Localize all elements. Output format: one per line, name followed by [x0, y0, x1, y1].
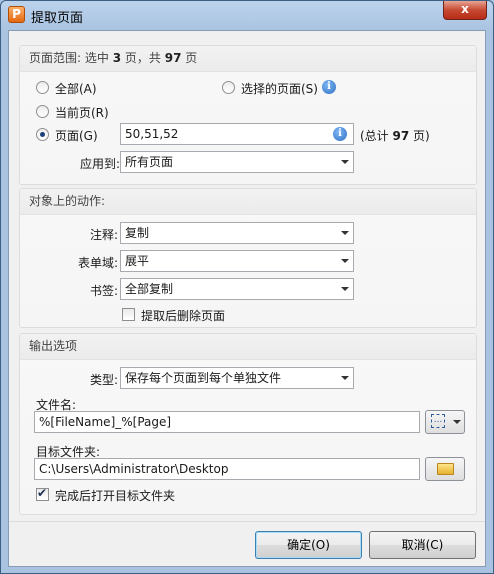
filename-input[interactable]: %[FileName]_%[Page] — [34, 411, 420, 433]
selected-pages-label[interactable]: 选择的页面(S) — [241, 80, 318, 97]
output-group: 输出选项 类型: 保存每个页面到每个单独文件 文件名: %[FileName]_… — [19, 333, 477, 515]
chevron-down-icon — [453, 420, 461, 424]
selected-count: 3 — [112, 51, 122, 65]
selected-pages-radio[interactable] — [222, 81, 235, 94]
delete-after-checkbox[interactable] — [122, 308, 135, 321]
chevron-down-icon — [341, 160, 349, 164]
page-range-header: 页面范围: 选中 3 页，共 97 页 — [20, 46, 476, 72]
insert-macro-button[interactable]: ... — [425, 410, 465, 434]
chevron-down-icon — [341, 259, 349, 263]
actions-group: 对象上的动作: 注释: 复制 表单域: 展平 书签: 全部复制 提取后删除页面 — [19, 188, 477, 328]
actions-header: 对象上的动作: — [20, 189, 476, 215]
title-bar[interactable]: P 提取页面 x — [1, 1, 493, 29]
app-logo-icon: P — [8, 6, 25, 23]
pages-label[interactable]: 页面(G) — [55, 127, 98, 144]
form-fields-select[interactable]: 展平 — [120, 250, 354, 272]
window-title: 提取页面 — [31, 11, 84, 26]
chevron-down-icon — [341, 231, 349, 235]
chevron-down-icon — [341, 287, 349, 291]
pages-input[interactable]: 50,51,52 — [120, 123, 354, 145]
pages-radio[interactable] — [36, 128, 49, 141]
chevron-down-icon — [341, 376, 349, 380]
all-pages-radio[interactable] — [36, 81, 49, 94]
pages-info-icon[interactable]: i — [333, 127, 347, 141]
bookmarks-select[interactable]: 全部复制 — [120, 278, 354, 300]
delete-after-label[interactable]: 提取后删除页面 — [141, 307, 225, 324]
dialog-body: 页面范围: 选中 3 页，共 97 页 全部(A) 选择的页面(S) i 当前页… — [8, 30, 486, 567]
page-range-group: 页面范围: 选中 3 页，共 97 页 全部(A) 选择的页面(S) i 当前页… — [19, 45, 477, 185]
footer-divider — [9, 521, 485, 522]
extract-pages-dialog: P 提取页面 x 页面范围: 选中 3 页，共 97 页 全部(A) 选择的页面… — [0, 0, 494, 574]
type-select[interactable]: 保存每个页面到每个单独文件 — [120, 367, 354, 389]
cancel-button[interactable]: 取消(C) — [369, 531, 476, 559]
folder-input[interactable]: C:\Users\Administrator\Desktop — [34, 458, 420, 480]
folder-icon — [437, 463, 454, 475]
all-pages-label[interactable]: 全部(A) — [55, 80, 97, 97]
current-page-radio[interactable] — [36, 105, 49, 118]
ok-button[interactable]: 确定(O) — [255, 531, 362, 559]
form-fields-label: 表单域: — [78, 256, 119, 270]
type-label: 类型: — [90, 373, 119, 387]
info-icon[interactable]: i — [322, 80, 336, 94]
macro-icon: ... — [431, 414, 445, 428]
apply-to-label: 应用到: — [80, 157, 121, 171]
current-page-label[interactable]: 当前页(R) — [55, 104, 109, 121]
annotations-label: 注释: — [90, 228, 119, 242]
open-folder-label[interactable]: 完成后打开目标文件夹 — [55, 487, 175, 504]
total-pages-text: (总计 97 页) — [360, 129, 430, 143]
browse-folder-button[interactable] — [425, 457, 465, 481]
open-folder-checkbox[interactable] — [36, 486, 49, 501]
annotations-select[interactable]: 复制 — [120, 222, 354, 244]
apply-to-select[interactable]: 所有页面 — [120, 151, 354, 173]
bookmarks-label: 书签: — [90, 284, 119, 298]
total-count: 97 — [164, 51, 182, 65]
close-button[interactable]: x — [443, 1, 487, 20]
output-header: 输出选项 — [20, 334, 476, 360]
